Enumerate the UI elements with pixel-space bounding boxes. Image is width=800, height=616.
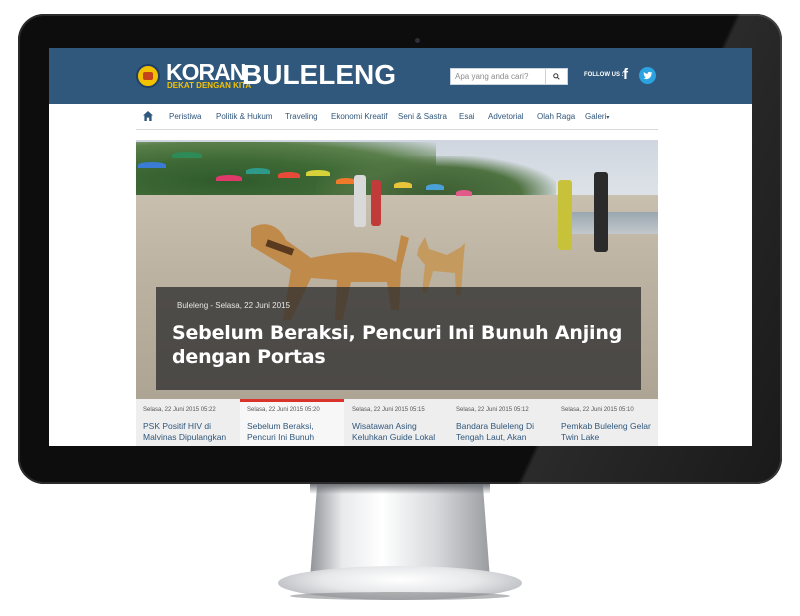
monitor-stand-shadow	[310, 484, 490, 494]
nav-item-advetorial[interactable]: Advetorial	[488, 104, 524, 129]
search-box	[450, 68, 568, 85]
umbrella	[246, 168, 270, 174]
latest-news-strip: Selasa, 22 Juni 2015 05:22 PSK Positif H…	[136, 399, 658, 446]
umbrella	[336, 178, 356, 184]
hero-caption: Buleleng - Selasa, 22 Juni 2015 Sebelum …	[156, 287, 641, 390]
facebook-icon[interactable]: f	[623, 67, 633, 83]
news-card[interactable]: Selasa, 22 Juni 2015 05:15 Wisatawan Asi…	[345, 399, 449, 446]
home-icon[interactable]	[142, 110, 154, 122]
monitor-stand-base-edge	[290, 592, 510, 600]
nav-item-galeri[interactable]: Galeri▾	[585, 104, 609, 129]
news-title[interactable]: Pemkab Buleleng Gelar Twin Lake	[561, 421, 655, 443]
chevron-down-icon: ▾	[606, 115, 610, 121]
person	[558, 180, 572, 250]
logo-emblem-icon	[136, 64, 160, 88]
news-date: Selasa, 22 Juni 2015 05:10	[561, 407, 634, 413]
nav-galeri-label: Galeri	[585, 112, 607, 121]
search-input[interactable]	[451, 69, 555, 84]
news-title[interactable]: Sebelum Beraksi, Pencuri Ini Bunuh	[247, 421, 341, 443]
news-date: Selasa, 22 Juni 2015 05:12	[456, 407, 529, 413]
main-nav: Peristiwa Politik & Hukum Traveling Ekon…	[136, 104, 658, 130]
umbrella	[278, 172, 300, 178]
site-header: KORAN DEKAT DENGAN KITA BULELENG FOLLOW …	[49, 48, 752, 104]
person	[594, 172, 608, 252]
hero-title[interactable]: Sebelum Beraksi, Pencuri Ini Bunuh Anjin…	[172, 321, 632, 369]
hero-slider[interactable]: Buleleng - Selasa, 22 Juni 2015 Sebelum …	[136, 140, 658, 399]
nav-item-ekonomi-kreatif[interactable]: Ekonomi Kreatif	[331, 104, 387, 129]
news-card-active[interactable]: Selasa, 22 Juni 2015 05:20 Sebelum Berak…	[240, 399, 344, 446]
nav-item-seni-sastra[interactable]: Seni & Sastra	[398, 104, 447, 129]
umbrella	[306, 170, 330, 176]
nav-item-politik-hukum[interactable]: Politik & Hukum	[216, 104, 272, 129]
search-button[interactable]	[545, 69, 567, 84]
logo-tagline: DEKAT DENGAN KITA	[167, 81, 252, 90]
news-card[interactable]: Selasa, 22 Juni 2015 05:12 Bandara Bulel…	[449, 399, 553, 446]
nav-item-traveling[interactable]: Traveling	[285, 104, 318, 129]
news-title[interactable]: Bandara Buleleng Di Tengah Laut, Akan	[456, 421, 550, 443]
webcam	[415, 38, 420, 43]
umbrella	[172, 152, 202, 158]
monitor-stand-neck	[310, 484, 490, 579]
nav-item-olah-raga[interactable]: Olah Raga	[537, 104, 575, 129]
hero-meta: Buleleng - Selasa, 22 Juni 2015	[177, 301, 290, 310]
logo-buleleng-text: BULELENG	[242, 59, 396, 90]
news-title[interactable]: PSK Positif HIV di Malvinas Dipulangkan	[143, 421, 237, 443]
hero-photo-sea	[566, 212, 658, 234]
umbrella	[456, 190, 472, 196]
umbrella	[216, 175, 242, 181]
news-card[interactable]: Selasa, 22 Juni 2015 05:10 Pemkab Bulele…	[554, 399, 658, 446]
umbrella	[138, 162, 166, 168]
news-date: Selasa, 22 Juni 2015 05:20	[247, 407, 320, 413]
news-card[interactable]: Selasa, 22 Juni 2015 05:22 PSK Positif H…	[136, 399, 240, 446]
umbrella	[394, 182, 412, 188]
follow-us-label: FOLLOW US :	[584, 72, 624, 78]
search-icon	[553, 73, 560, 80]
twitter-icon[interactable]	[639, 67, 656, 84]
browser-screen: KORAN DEKAT DENGAN KITA BULELENG FOLLOW …	[49, 48, 752, 446]
nav-item-peristiwa[interactable]: Peristiwa	[169, 104, 201, 129]
news-date: Selasa, 22 Juni 2015 05:22	[143, 407, 216, 413]
news-title[interactable]: Wisatawan Asing Keluhkan Guide Lokal	[352, 421, 446, 443]
nav-item-esai[interactable]: Esai	[459, 104, 475, 129]
umbrella	[426, 184, 444, 190]
news-date: Selasa, 22 Juni 2015 05:15	[352, 407, 425, 413]
